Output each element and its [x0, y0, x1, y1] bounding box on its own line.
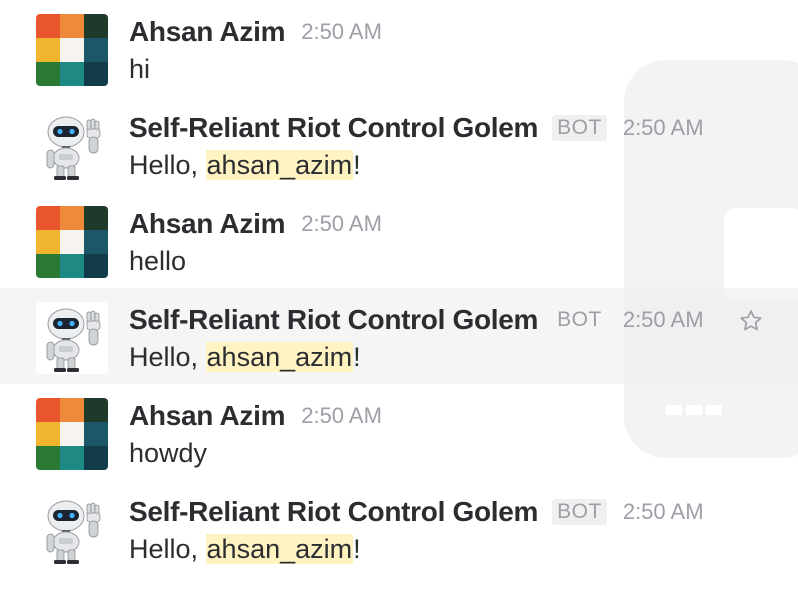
user-mention[interactable]: ahsan_azim: [205, 342, 354, 372]
sender-name[interactable]: Self-Reliant Riot Control Golem: [129, 304, 538, 336]
message-text: howdy: [129, 438, 207, 469]
timestamp[interactable]: 2:50 AM: [623, 115, 704, 141]
sender-name[interactable]: Ahsan Azim: [129, 208, 286, 240]
message-text-content: hi: [129, 54, 151, 84]
bot-badge: BOT: [552, 499, 607, 525]
message-text: Hello, ahsan_azim!: [129, 342, 361, 373]
timestamp[interactable]: 2:50 AM: [623, 307, 704, 333]
message-text-prefix: Hello,: [129, 342, 206, 372]
message-text: Hello, ahsan_azim!: [129, 150, 361, 181]
message-item[interactable]: Ahsan Azim 2:50 AM hello: [0, 192, 798, 288]
message-text-suffix: !: [353, 534, 361, 564]
bot-badge: BOT: [557, 308, 602, 331]
message-header: Self-Reliant Riot Control Golem BOT 2:50…: [129, 300, 704, 340]
timestamp[interactable]: 2:50 AM: [301, 211, 382, 237]
message-text: Hello, ahsan_azim!: [129, 534, 361, 565]
message-item[interactable]: Ahsan Azim 2:50 AM howdy: [0, 384, 798, 480]
message-header: Ahsan Azim 2:50 AM: [129, 204, 382, 244]
message-item[interactable]: Self-Reliant Riot Control Golem BOT 2:50…: [0, 480, 798, 576]
message-text-content: howdy: [129, 438, 208, 468]
message-list[interactable]: Ahsan Azim 2:50 AM hi Self-Reliant Riot …: [0, 0, 798, 576]
message-header: Self-Reliant Riot Control Golem BOT 2:50…: [129, 492, 704, 532]
message-item[interactable]: Ahsan Azim 2:50 AM hi: [0, 0, 798, 96]
message-header: Self-Reliant Riot Control Golem BOT 2:50…: [129, 108, 704, 148]
user-mention[interactable]: ahsan_azim: [205, 534, 354, 564]
sender-name[interactable]: Self-Reliant Riot Control Golem: [129, 112, 538, 144]
timestamp[interactable]: 2:50 AM: [301, 403, 382, 429]
robot-avatar[interactable]: [36, 110, 108, 182]
identicon-avatar[interactable]: [36, 398, 108, 470]
timestamp[interactable]: 2:50 AM: [301, 19, 382, 45]
identicon-avatar[interactable]: [36, 206, 108, 278]
star-icon[interactable]: [738, 308, 764, 334]
message-header: Ahsan Azim 2:50 AM: [129, 12, 382, 52]
message-text-content: hello: [129, 246, 187, 276]
user-mention[interactable]: ahsan_azim: [205, 150, 354, 180]
timestamp[interactable]: 2:50 AM: [623, 499, 704, 525]
sender-name[interactable]: Self-Reliant Riot Control Golem: [129, 496, 538, 528]
message-header: Ahsan Azim 2:50 AM: [129, 396, 382, 436]
message-item-hovered[interactable]: Self-Reliant Riot Control Golem BOT 2:50…: [0, 288, 798, 384]
identicon-avatar[interactable]: [36, 14, 108, 86]
sender-name[interactable]: Ahsan Azim: [129, 400, 286, 432]
message-text: hello: [129, 246, 186, 277]
sender-name[interactable]: Ahsan Azim: [129, 16, 286, 48]
robot-avatar[interactable]: [36, 494, 108, 566]
message-text-prefix: Hello,: [129, 150, 206, 180]
message-item[interactable]: Self-Reliant Riot Control Golem BOT 2:50…: [0, 96, 798, 192]
message-text-prefix: Hello,: [129, 534, 206, 564]
robot-avatar[interactable]: [36, 302, 108, 374]
message-text: hi: [129, 54, 150, 85]
message-text-suffix: !: [353, 150, 361, 180]
bot-badge: BOT: [552, 115, 607, 141]
message-text-suffix: !: [353, 342, 361, 372]
